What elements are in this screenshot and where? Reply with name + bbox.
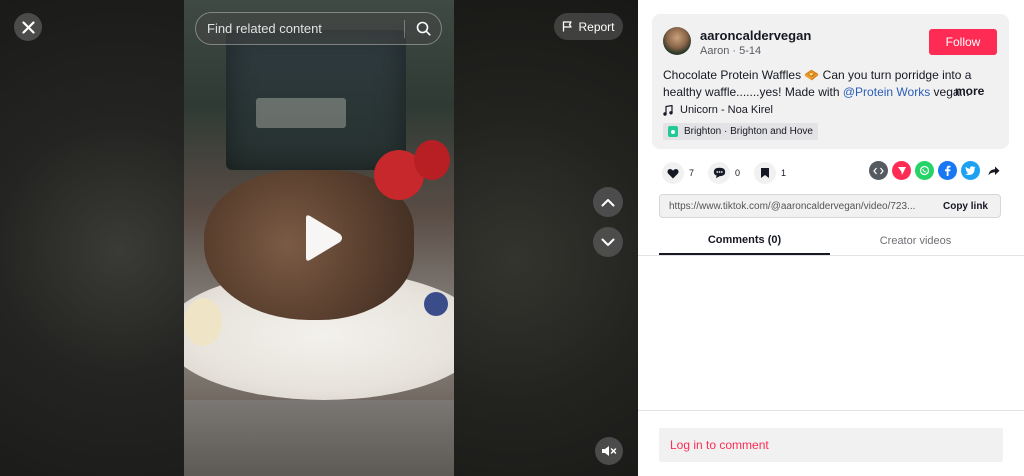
share-forward-icon[interactable] (984, 161, 1003, 180)
play-icon (306, 215, 342, 261)
embed-icon[interactable] (869, 161, 888, 180)
video-product-label (256, 98, 346, 128)
volume-muted-icon (602, 446, 617, 456)
video-table (184, 400, 454, 476)
twitter-icon[interactable] (961, 161, 980, 180)
video-blueberry (424, 292, 448, 316)
author-avatar[interactable] (663, 27, 691, 55)
video-strawberry (414, 140, 450, 180)
bookmark-icon (761, 168, 770, 178)
author-display-name[interactable]: Aaron (700, 45, 729, 57)
tabs-divider (638, 255, 1024, 256)
flag-icon (563, 21, 573, 32)
search-input[interactable] (196, 13, 404, 44)
chevron-up-icon (601, 198, 615, 206)
tab-creator-videos[interactable]: Creator videos (830, 226, 1001, 255)
comment-icon (713, 167, 725, 179)
follow-button[interactable]: Follow (929, 29, 997, 55)
details-panel: aaroncaldervegan Aaron · 5-14 Follow Cho… (638, 0, 1024, 476)
report-label: Report (578, 19, 615, 34)
video-description: Chocolate Protein Waffles 🧇 Can you turn… (663, 67, 993, 101)
mention-link[interactable]: @Protein Works (843, 85, 930, 99)
whatsapp-icon[interactable] (915, 161, 934, 180)
post-date: 5-14 (739, 45, 762, 57)
save-count: 1 (781, 168, 787, 178)
save-button[interactable] (754, 162, 777, 184)
comment-count: 0 (735, 168, 741, 178)
video-url[interactable]: https://www.tiktok.com/@aaroncaldervegan… (660, 201, 931, 212)
facebook-icon[interactable] (938, 161, 957, 180)
search-button[interactable] (405, 13, 441, 44)
chevron-down-icon (601, 238, 615, 246)
music-note-icon (663, 104, 673, 116)
previous-video-button[interactable] (593, 187, 623, 217)
copy-link-button[interactable]: Copy link (931, 201, 1000, 212)
save-stat[interactable]: 1 (754, 162, 786, 184)
close-button[interactable] (14, 13, 42, 41)
engagement-stats: 7 0 1 (662, 162, 800, 184)
like-button[interactable] (662, 162, 684, 184)
close-icon (21, 20, 35, 34)
login-to-comment[interactable]: Log in to comment (659, 428, 1003, 462)
report-button[interactable]: Report (554, 13, 623, 40)
send-icon[interactable] (892, 161, 911, 180)
tab-comments[interactable]: Comments (0) (659, 226, 830, 255)
comment-button[interactable] (708, 162, 731, 184)
play-button[interactable] (300, 214, 344, 262)
next-video-button[interactable] (593, 227, 623, 257)
video-banana (184, 298, 222, 346)
comment-area-divider (638, 410, 1024, 411)
like-count: 7 (689, 168, 695, 178)
music-title: Unicorn - Noa Kirel (680, 104, 773, 116)
panel-tabs: Comments (0) Creator videos (659, 226, 1001, 255)
location-pin-icon (668, 126, 678, 137)
video-info-card: aaroncaldervegan Aaron · 5-14 Follow Cho… (652, 14, 1009, 149)
author-username[interactable]: aaroncaldervegan (700, 28, 811, 43)
video-area: Report (0, 0, 638, 476)
more-button[interactable]: more (955, 84, 984, 98)
video-link-box: https://www.tiktok.com/@aaroncaldervegan… (659, 194, 1001, 218)
video-blur-left (0, 0, 184, 476)
search-icon (416, 21, 431, 36)
music-row[interactable]: Unicorn - Noa Kirel (663, 104, 773, 116)
like-stat[interactable]: 7 (662, 162, 694, 184)
mute-button[interactable] (595, 437, 623, 465)
location-chip[interactable]: Brighton · Brighton and Hove (663, 123, 818, 140)
share-icons (869, 161, 1003, 180)
heart-icon (667, 168, 679, 178)
location-label: Brighton · Brighton and Hove (684, 126, 813, 137)
author-subline: Aaron · 5-14 (700, 45, 761, 57)
comment-stat[interactable]: 0 (708, 162, 740, 184)
search-box[interactable] (195, 12, 442, 45)
